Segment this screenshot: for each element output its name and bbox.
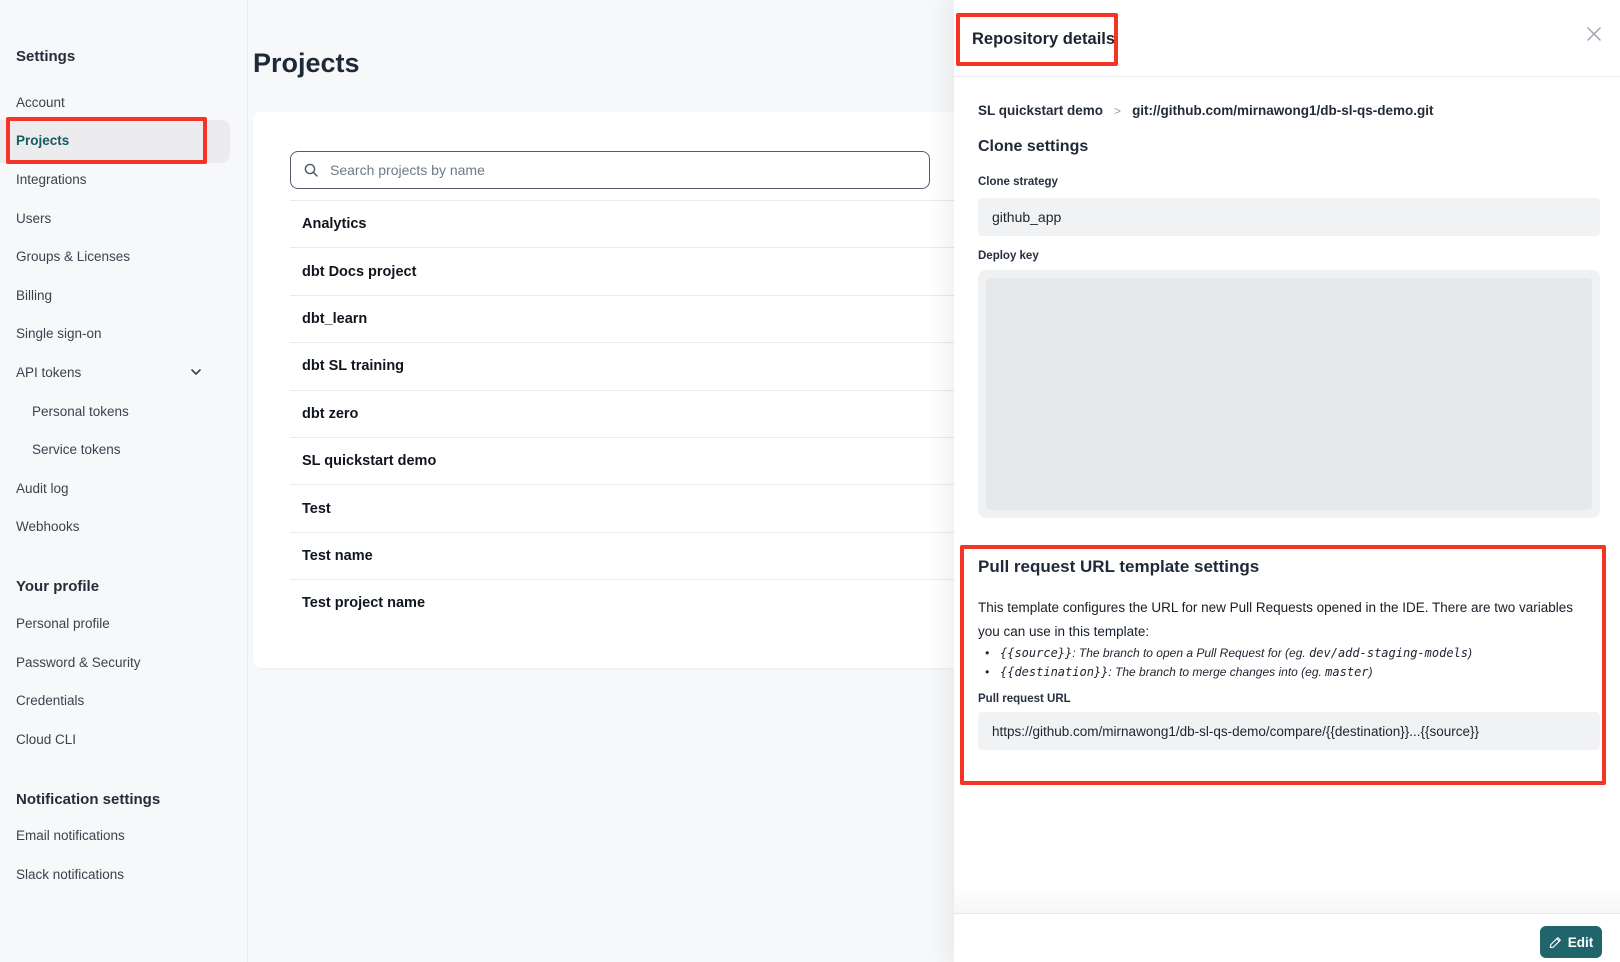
pull-request-url-label: Pull request URL bbox=[978, 693, 1071, 705]
sidebar-item-projects[interactable]: Projects bbox=[0, 122, 247, 161]
close-icon[interactable] bbox=[1580, 20, 1608, 48]
sidebar-item-integrations[interactable]: Integrations bbox=[0, 160, 247, 199]
page-title: Projects bbox=[253, 46, 360, 80]
project-row[interactable]: dbt Docs project bbox=[290, 247, 970, 294]
sidebar-item-groups-licenses[interactable]: Groups & Licenses bbox=[0, 237, 247, 276]
sidebar-item-api-tokens[interactable]: API tokens bbox=[0, 353, 247, 392]
breadcrumb-separator: > bbox=[1114, 104, 1121, 118]
breadcrumb: SL quickstart demo > git://github.com/mi… bbox=[978, 103, 1434, 118]
sidebar-item-personal-profile[interactable]: Personal profile bbox=[0, 604, 247, 643]
sidebar-item-password-security[interactable]: Password & Security bbox=[0, 643, 247, 682]
breadcrumb-repo: git://github.com/mirnawong1/db-sl-qs-dem… bbox=[1132, 103, 1433, 118]
panel-footer-shadow bbox=[954, 885, 1620, 913]
repository-details-panel: Repository details SL quickstart demo > … bbox=[954, 0, 1620, 962]
panel-footer-divider bbox=[954, 913, 1620, 914]
sidebar-item-slack-notifications[interactable]: Slack notifications bbox=[0, 855, 247, 894]
pull-request-url-value: https://github.com/mirnawong1/db-sl-qs-d… bbox=[978, 712, 1600, 750]
projects-card: Analytics dbt Docs project dbt_learn dbt… bbox=[253, 112, 963, 668]
sidebar-item-email-notifications[interactable]: Email notifications bbox=[0, 817, 247, 856]
search-icon bbox=[303, 162, 319, 178]
pencil-icon bbox=[1549, 936, 1562, 949]
sidebar-item-service-tokens[interactable]: Service tokens bbox=[0, 430, 247, 469]
sidebar-item-cloud-cli[interactable]: Cloud CLI bbox=[0, 720, 247, 759]
deploy-key-label: Deploy key bbox=[978, 250, 1039, 262]
pr-bullet-destination: {{destination}}: The branch to merge cha… bbox=[978, 663, 1472, 682]
project-row[interactable]: Test name bbox=[290, 532, 970, 579]
settings-sidebar: Settings Account Projects Integrations U… bbox=[0, 0, 248, 962]
project-list: Analytics dbt Docs project dbt_learn dbt… bbox=[290, 200, 970, 627]
project-row[interactable]: SL quickstart demo bbox=[290, 437, 970, 484]
project-row[interactable]: dbt zero bbox=[290, 390, 970, 437]
sidebar-item-audit-log[interactable]: Audit log bbox=[0, 469, 247, 508]
breadcrumb-project[interactable]: SL quickstart demo bbox=[978, 103, 1103, 118]
deploy-key-box bbox=[978, 270, 1600, 518]
pr-template-bullets: {{source}}: The branch to open a Pull Re… bbox=[978, 644, 1472, 682]
sidebar-item-webhooks[interactable]: Webhooks bbox=[0, 508, 247, 547]
edit-button[interactable]: Edit bbox=[1540, 926, 1602, 958]
clone-strategy-value: github_app bbox=[978, 198, 1600, 236]
pr-template-description: This template configures the URL for new… bbox=[978, 596, 1586, 644]
clone-settings-heading: Clone settings bbox=[978, 138, 1088, 156]
project-row[interactable]: Analytics bbox=[290, 200, 970, 247]
panel-title: Repository details bbox=[972, 27, 1115, 51]
project-row[interactable]: Test project name bbox=[290, 579, 970, 626]
clone-strategy-label: Clone strategy bbox=[978, 176, 1058, 188]
project-search bbox=[290, 151, 930, 189]
sidebar-item-personal-tokens[interactable]: Personal tokens bbox=[0, 392, 247, 431]
sidebar-item-account[interactable]: Account bbox=[0, 83, 247, 122]
sidebar-heading-settings: Settings bbox=[0, 44, 247, 70]
sidebar-item-users[interactable]: Users bbox=[0, 199, 247, 238]
sidebar-heading-notification-settings: Notification settings bbox=[0, 787, 247, 813]
sidebar-heading-your-profile: Your profile bbox=[0, 574, 247, 600]
project-row[interactable]: dbt SL training bbox=[290, 342, 970, 389]
pr-template-heading: Pull request URL template settings bbox=[978, 556, 1259, 578]
sidebar-item-single-sign-on[interactable]: Single sign-on bbox=[0, 315, 247, 354]
project-row[interactable]: Test bbox=[290, 484, 970, 531]
pr-bullet-source: {{source}}: The branch to open a Pull Re… bbox=[978, 644, 1472, 663]
project-row[interactable]: dbt_learn bbox=[290, 295, 970, 342]
chevron-down-icon bbox=[189, 365, 203, 379]
sidebar-item-billing[interactable]: Billing bbox=[0, 276, 247, 315]
sidebar-item-credentials[interactable]: Credentials bbox=[0, 681, 247, 720]
panel-header-divider bbox=[954, 76, 1620, 77]
deploy-key-redacted-area bbox=[986, 278, 1592, 510]
search-input[interactable] bbox=[328, 161, 917, 179]
